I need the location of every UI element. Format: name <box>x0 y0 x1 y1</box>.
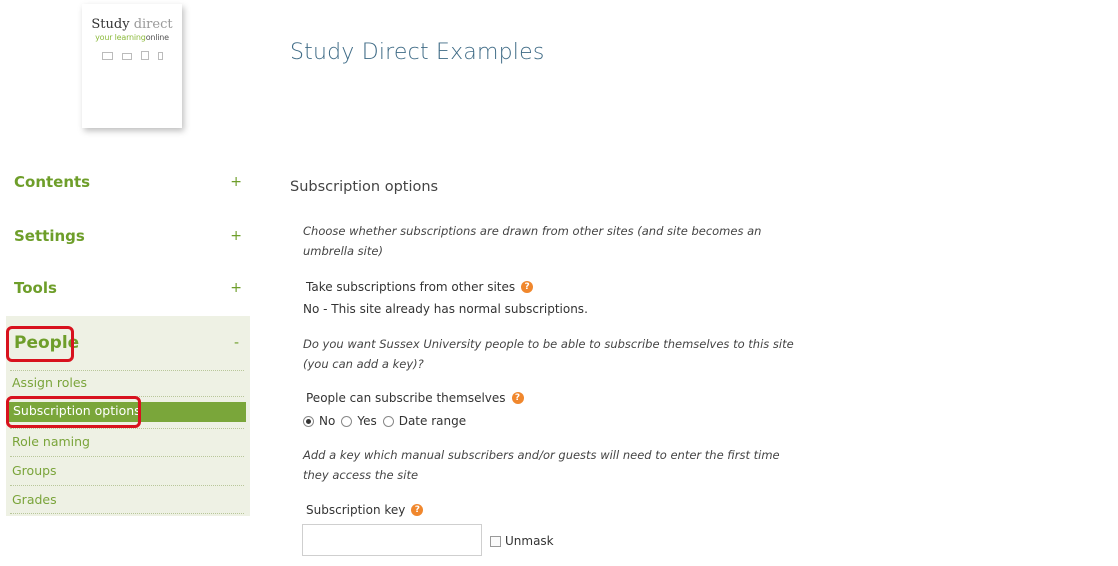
unmask-checkbox[interactable] <box>490 535 501 547</box>
radio-no[interactable] <box>303 415 314 427</box>
self-subscribe-radio-group: No Yes Date range <box>303 414 466 428</box>
sidebar-item-grades[interactable]: Grades <box>12 492 57 507</box>
radio-label-date-range[interactable]: Date range <box>399 414 466 428</box>
subscription-key-input[interactable] <box>302 524 482 556</box>
sidebar-item-groups[interactable]: Groups <box>12 463 57 478</box>
expand-icon[interactable]: + <box>230 280 246 296</box>
device-icons <box>82 51 182 60</box>
page-heading: Subscription options <box>290 179 439 195</box>
help-icon[interactable]: ? <box>411 504 424 516</box>
radio-yes[interactable] <box>341 415 353 427</box>
radio-label-no[interactable]: No <box>319 414 335 428</box>
site-logo[interactable]: Study direct your learningonline <box>82 4 182 128</box>
laptop-icon <box>121 53 132 60</box>
tablet-icon <box>140 51 149 60</box>
self-subscribe-label: People can subscribe themselves ? <box>306 391 524 405</box>
logo-tagline-green: your learning <box>95 33 146 42</box>
help-icon[interactable]: ? <box>521 281 534 293</box>
sidebar-section-tools[interactable]: Tools + <box>14 279 246 297</box>
divider <box>10 370 244 371</box>
field-label-text: Take subscriptions from other sites <box>306 280 516 294</box>
help-icon[interactable]: ? <box>511 392 524 404</box>
sidebar-section-settings[interactable]: Settings + <box>14 227 246 245</box>
field-label-text: Subscription key <box>306 503 406 517</box>
unmask-control[interactable]: Unmask <box>490 534 554 548</box>
radio-label-yes[interactable]: Yes <box>357 414 376 428</box>
unmask-label[interactable]: Unmask <box>505 534 554 548</box>
subscription-key-label: Subscription key ? <box>306 503 424 517</box>
expand-icon[interactable]: + <box>230 228 246 244</box>
sidebar-section-label: Contents <box>14 173 91 191</box>
intro-self-subscribe: Do you want Sussex University people to … <box>303 337 794 371</box>
phone-icon <box>157 52 163 60</box>
take-subscriptions-label: Take subscriptions from other sites ? <box>306 280 534 294</box>
sidebar-section-label: Settings <box>14 227 85 245</box>
sidebar-item-role-naming[interactable]: Role naming <box>12 434 90 449</box>
logo-brand: Study direct <box>82 17 182 32</box>
sidebar-section-label: Tools <box>14 279 57 297</box>
collapse-icon[interactable]: - <box>234 335 239 351</box>
logo-tagline-dark: online <box>145 33 169 42</box>
divider <box>10 428 244 429</box>
intro-umbrella: Choose whether subscriptions are drawn f… <box>303 224 762 258</box>
logo-brand-light: direct <box>133 17 173 32</box>
highlight-box-people <box>6 326 74 362</box>
divider <box>10 513 244 514</box>
sidebar-item-assign-roles[interactable]: Assign roles <box>12 375 87 390</box>
radio-date-range[interactable] <box>382 415 394 427</box>
take-subscriptions-value: No - This site already has normal subscr… <box>303 302 588 316</box>
divider <box>10 456 244 457</box>
divider <box>10 485 244 486</box>
intro-key: Add a key which manual subscribers and/o… <box>303 448 780 482</box>
highlight-box-subscription-options <box>6 396 141 428</box>
sidebar-section-contents[interactable]: Contents + <box>14 173 246 191</box>
logo-brand-dark: Study <box>91 17 130 32</box>
field-label-text: People can subscribe themselves <box>306 391 506 405</box>
monitor-icon <box>101 52 113 60</box>
site-title[interactable]: Study Direct Examples <box>290 40 544 65</box>
expand-icon[interactable]: + <box>230 174 246 190</box>
logo-tagline: your learningonline <box>82 33 182 42</box>
